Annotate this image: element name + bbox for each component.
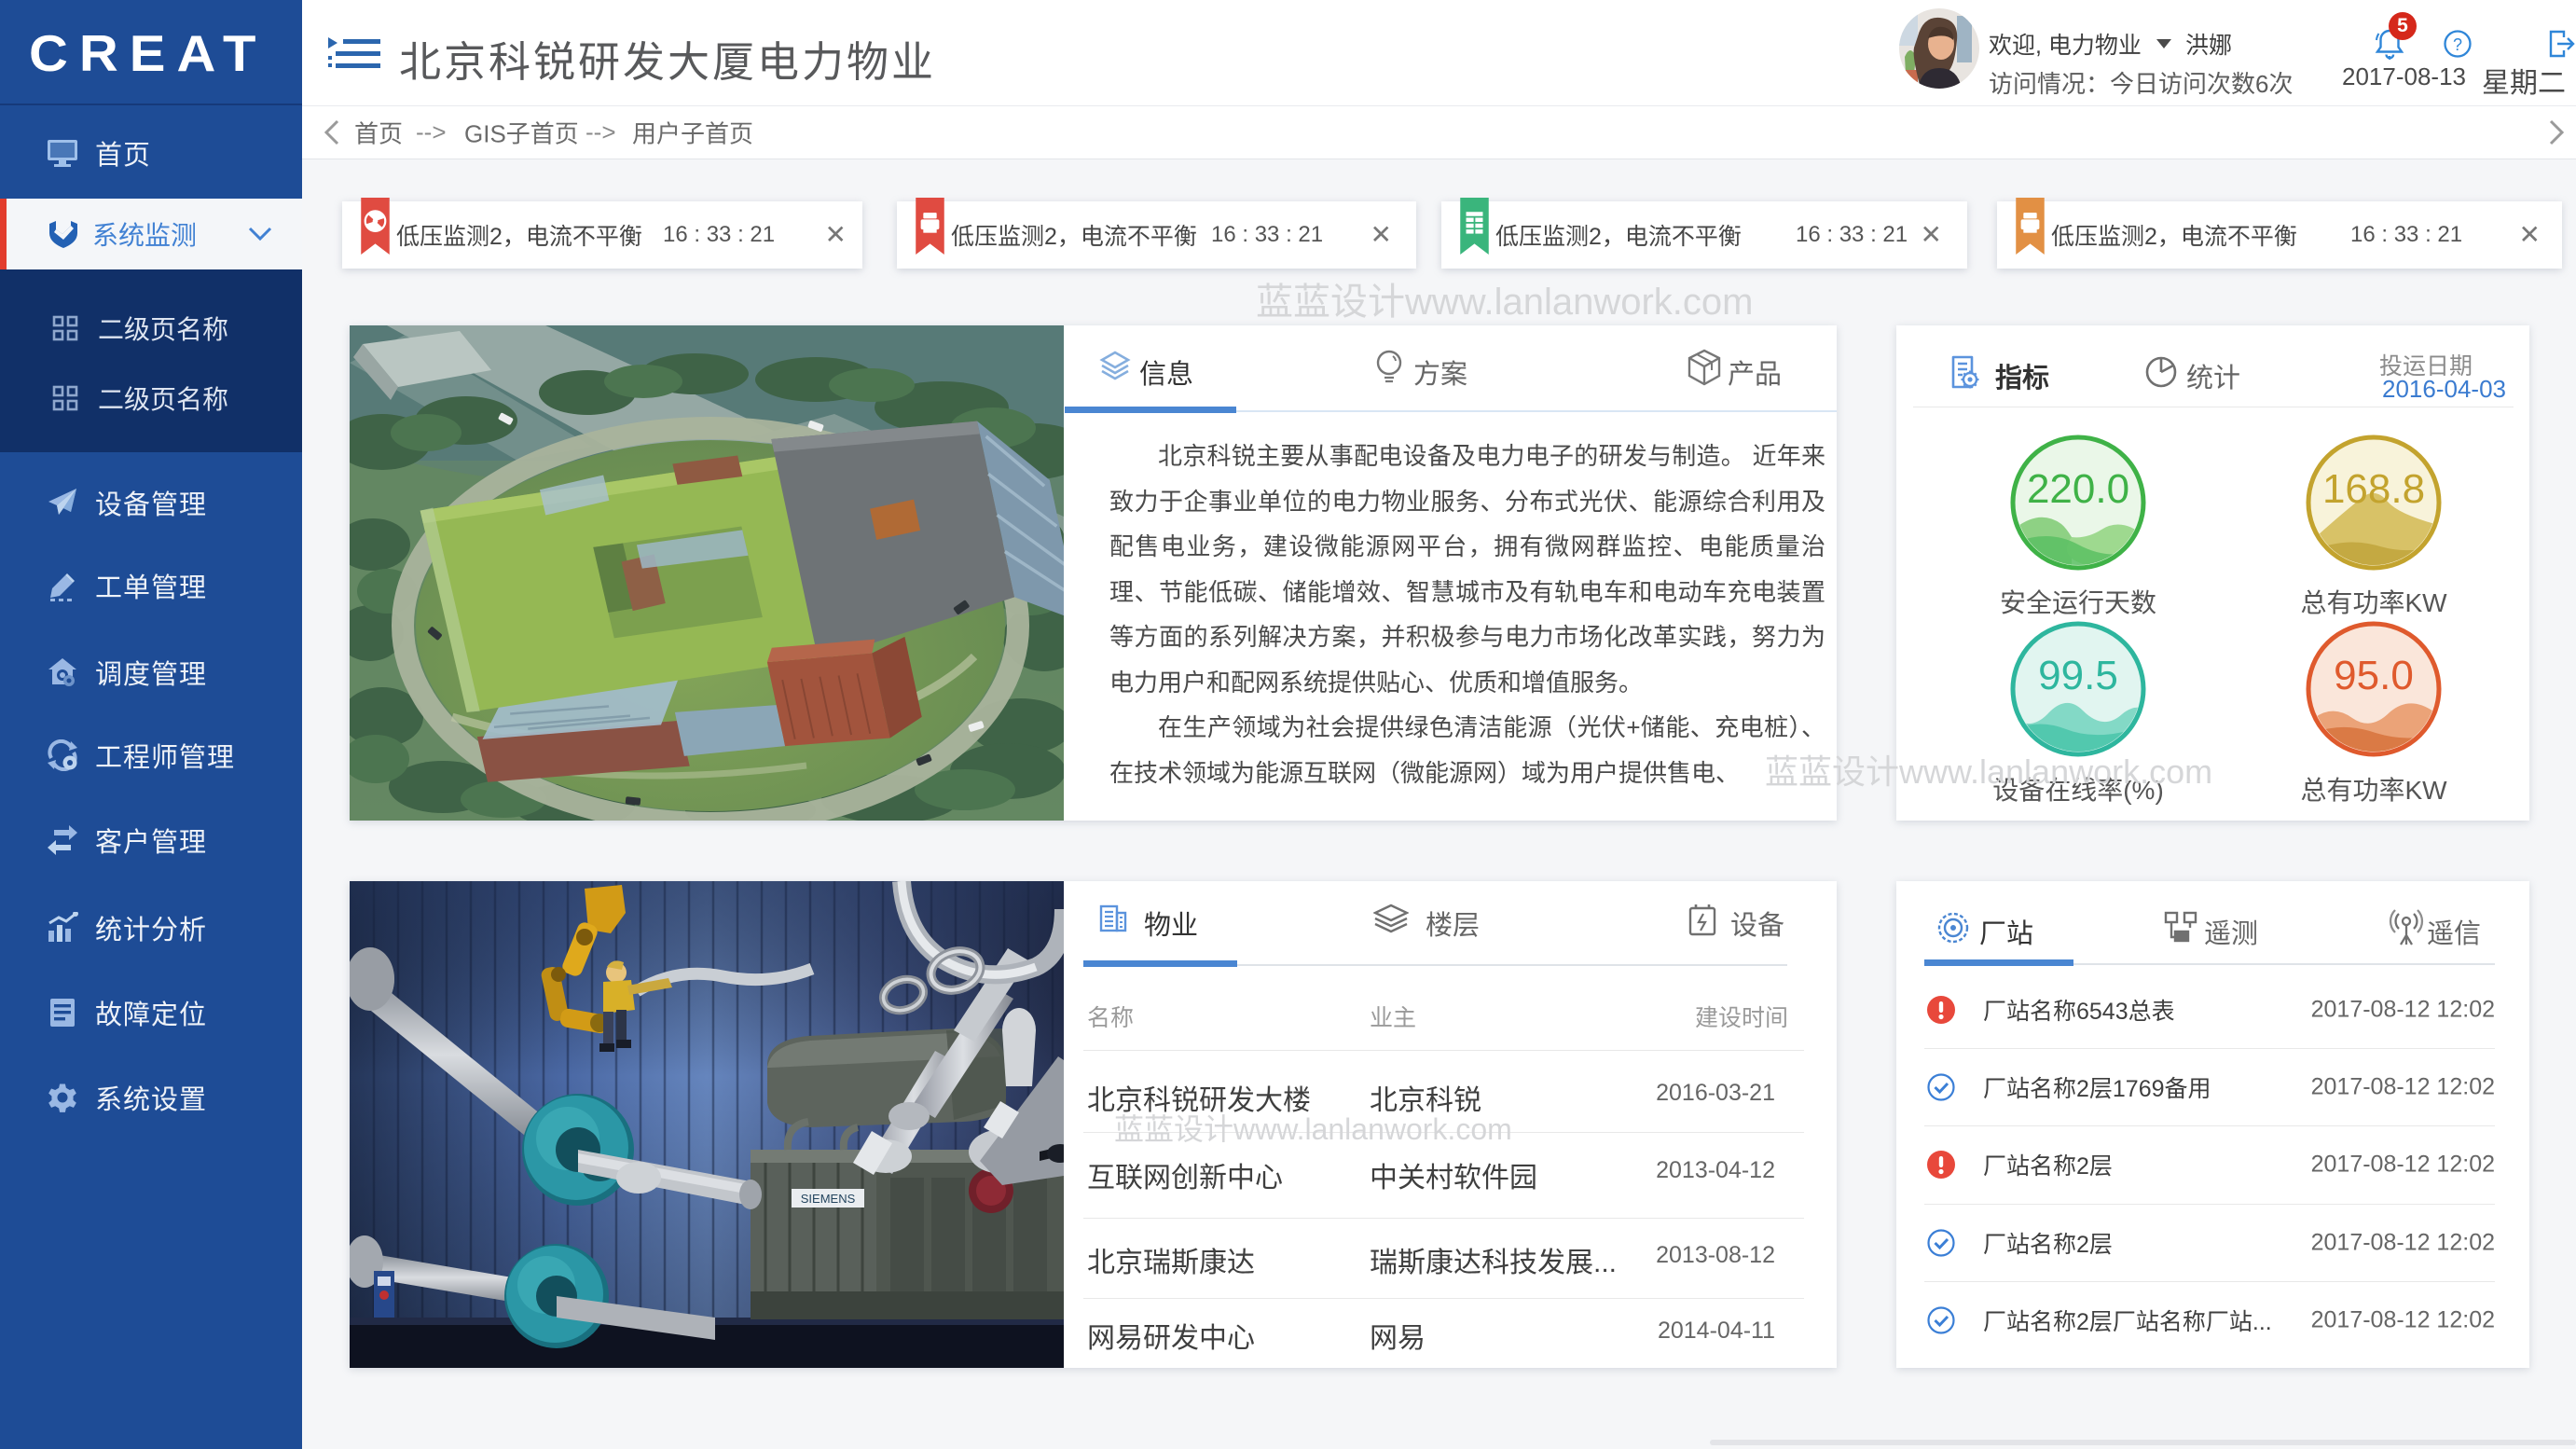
svg-text:99.5: 99.5 bbox=[2038, 653, 2118, 698]
svg-text:95.0: 95.0 bbox=[2334, 653, 2414, 698]
svg-text:220.0: 220.0 bbox=[2027, 466, 2129, 512]
svg-text:?: ? bbox=[2453, 35, 2462, 54]
svg-text:168.8: 168.8 bbox=[2322, 466, 2425, 512]
svg-text:SIEMENS: SIEMENS bbox=[801, 1192, 856, 1206]
